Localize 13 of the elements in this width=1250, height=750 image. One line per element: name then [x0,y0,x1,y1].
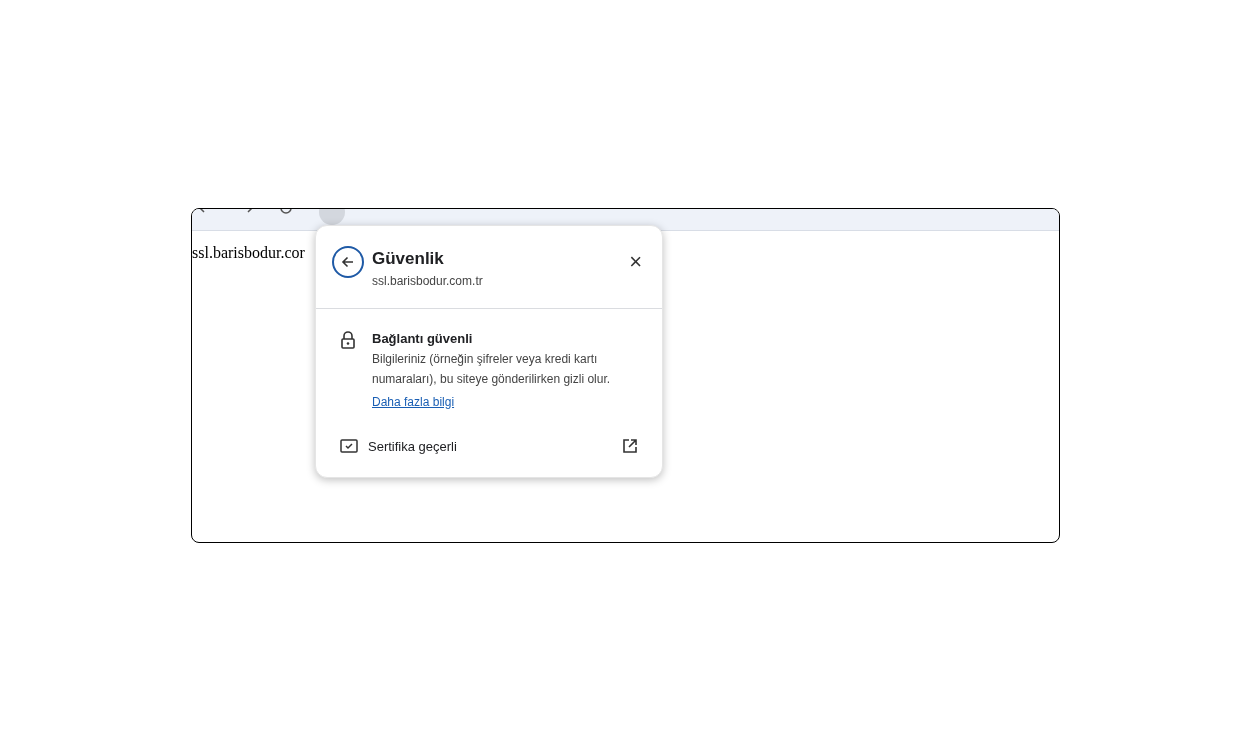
external-link-icon[interactable] [622,438,638,455]
back-button[interactable] [332,246,364,278]
learn-more-link[interactable]: Daha fazla bilgi [372,394,455,409]
certificate-icon [340,439,358,454]
lock-icon [340,331,356,349]
connection-title: Bağlantı güvenli [372,330,474,348]
connection-description: Bilgileriniz (örneğin şifreler veya kredi kartı numaraları), bu siteye gönderilirken gizli olur. [372,350,612,388]
back-arrow-icon [341,255,355,269]
site-url: ssl.barisbodur.com.tr [372,273,484,290]
page-text: ssl.barisbodur.cor [192,243,305,263]
popup-title: Güvenlik [372,248,445,270]
certificate-label[interactable]: Sertifika geçerli [368,436,622,456]
close-button[interactable]: × [629,251,642,273]
